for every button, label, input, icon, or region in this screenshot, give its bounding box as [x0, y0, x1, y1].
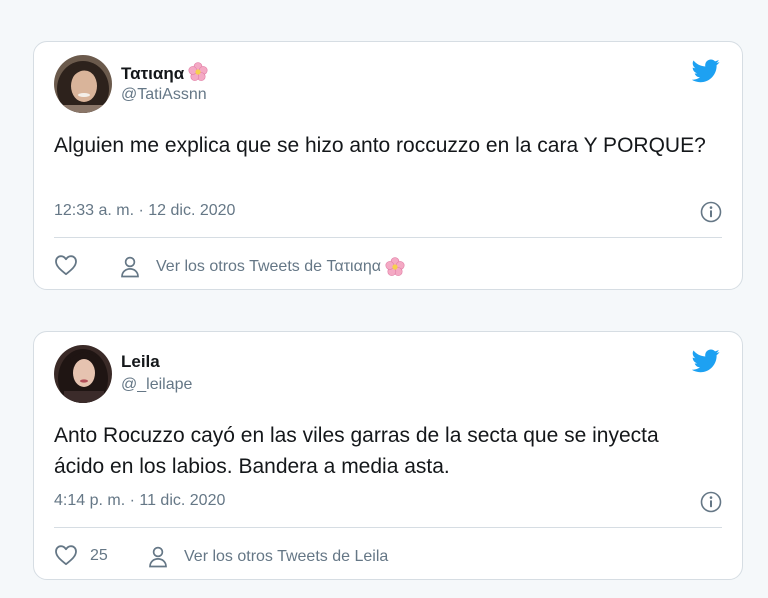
view-more-tweets-text: Ver los otros Tweets de Leila [184, 548, 389, 565]
tweet-text: Alguien me explica que se hizo anto rocc… [54, 134, 706, 157]
person-icon [120, 256, 140, 278]
cherry-blossom-icon [385, 257, 405, 277]
avatar[interactable] [54, 55, 112, 113]
display-name-text: Τατιαηα [121, 64, 185, 83]
heart-icon[interactable] [54, 254, 78, 276]
info-icon[interactable] [700, 201, 722, 223]
heart-icon[interactable] [54, 544, 78, 566]
display-name[interactable]: Τατιαηα [121, 62, 208, 84]
tweet-timestamp[interactable]: 4:14 p. m. · 11 dic. 2020 [54, 492, 225, 510]
twitter-bird-icon[interactable] [692, 59, 720, 83]
cherry-blossom-icon [188, 62, 208, 82]
tweet-card[interactable]: Τατιαηα @TatiAssnn Alguien me explica qu… [33, 41, 743, 290]
user-handle[interactable]: @_leilape [121, 376, 192, 394]
info-icon[interactable] [700, 491, 722, 513]
person-icon [148, 546, 168, 568]
tweet-actions: Ver los otros Tweets de Τατιαηα [54, 248, 722, 284]
avatar[interactable] [54, 345, 112, 403]
tweet-actions: 25 Ver los otros Tweets de Leila [54, 538, 722, 574]
like-count[interactable]: 25 [90, 547, 108, 565]
display-name-text: Leila [121, 352, 160, 371]
user-handle[interactable]: @TatiAssnn [121, 86, 207, 104]
twitter-bird-icon[interactable] [692, 349, 720, 373]
view-more-tweets-link[interactable]: Ver los otros Tweets de Leila [148, 544, 388, 570]
display-name[interactable]: Leila [121, 352, 160, 372]
tweet-text: Anto Rocuzzo cayó en las viles garras de… [54, 424, 659, 478]
view-more-tweets-link[interactable]: Ver los otros Tweets de Τατιαηα [120, 254, 405, 280]
view-more-tweets-text: Ver los otros Tweets de Τατιαηα [156, 258, 381, 275]
divider [54, 237, 722, 238]
tweet-card[interactable]: Leila @_leilape Anto Rocuzzo cayó en las… [33, 331, 743, 580]
divider [54, 527, 722, 528]
tweet-timestamp[interactable]: 12:33 a. m. · 12 dic. 2020 [54, 202, 235, 220]
